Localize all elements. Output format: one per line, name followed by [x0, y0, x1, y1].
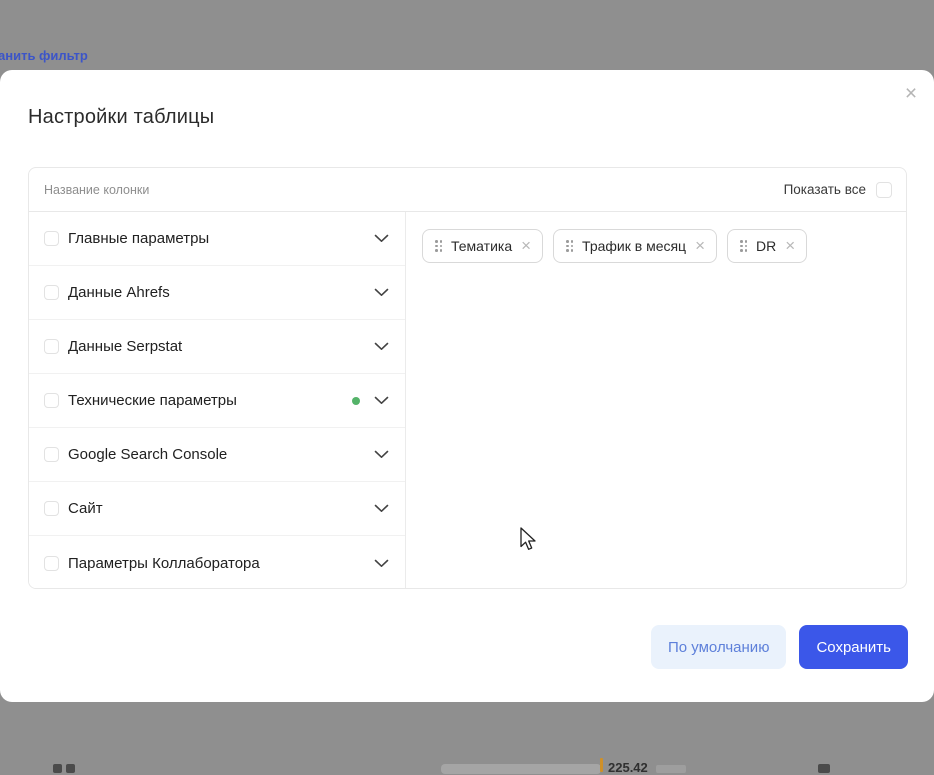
group-label: Данные Serpstat: [68, 338, 182, 355]
chip-remove-icon[interactable]: ×: [695, 237, 705, 254]
background-price-value: 225.42: [608, 760, 648, 775]
group-label: Технические параметры: [68, 392, 237, 409]
group-row-technical-parameters[interactable]: Технические параметры: [29, 374, 405, 428]
chip-label: Тематика: [451, 238, 512, 254]
show-all-label: Показать все: [784, 182, 866, 197]
background-price-bar: [600, 758, 603, 772]
chevron-down-icon[interactable]: [374, 342, 389, 351]
group-row-site[interactable]: Сайт: [29, 482, 405, 536]
group-row-main-parameters[interactable]: Главные параметры: [29, 212, 405, 266]
group-checkbox[interactable]: [44, 556, 59, 571]
modal-title: Настройки таблицы: [28, 106, 214, 129]
group-label: Google Search Console: [68, 446, 227, 463]
group-checkbox[interactable]: [44, 501, 59, 516]
close-icon[interactable]: ×: [898, 80, 924, 106]
panel-header: Название колонки Показать все: [29, 168, 906, 212]
group-checkbox[interactable]: [44, 339, 59, 354]
chip-label: DR: [756, 238, 776, 254]
chip-remove-icon[interactable]: ×: [521, 237, 531, 254]
drag-handle-icon[interactable]: [740, 240, 747, 252]
save-button[interactable]: Сохранить: [799, 625, 908, 669]
group-label: Данные Ahrefs: [68, 284, 170, 301]
chip-remove-icon[interactable]: ×: [785, 237, 795, 254]
group-checkbox[interactable]: [44, 447, 59, 462]
group-checkbox[interactable]: [44, 285, 59, 300]
drag-handle-icon[interactable]: [566, 240, 573, 252]
chevron-down-icon[interactable]: [374, 288, 389, 297]
save-filter-link[interactable]: анить фильтр: [0, 48, 88, 63]
table-settings-modal: Настройки таблицы × Название колонки Пок…: [0, 70, 934, 702]
group-label: Сайт: [68, 500, 103, 517]
group-row-collaborator-parameters[interactable]: Параметры Коллаборатора: [29, 536, 405, 589]
chip-dr[interactable]: DR ×: [727, 229, 807, 263]
chip-tematika[interactable]: Тематика ×: [422, 229, 543, 263]
selected-columns-area: Тематика × Трафик в месяц × DR ×: [406, 212, 906, 588]
chevron-down-icon[interactable]: [374, 450, 389, 459]
group-row-google-search-console[interactable]: Google Search Console: [29, 428, 405, 482]
modal-footer: По умолчанию Сохранить: [651, 625, 908, 669]
group-row-serpstat[interactable]: Данные Serpstat: [29, 320, 405, 374]
group-row-ahrefs[interactable]: Данные Ahrefs: [29, 266, 405, 320]
chevron-down-icon[interactable]: [374, 504, 389, 513]
group-label: Главные параметры: [68, 230, 209, 247]
green-indicator-dot: [352, 397, 360, 405]
chevron-down-icon[interactable]: [374, 559, 389, 568]
chip-label: Трафик в месяц: [582, 238, 686, 254]
column-name-header: Название колонки: [44, 183, 149, 197]
panel-body: Главные параметры Данные Ahrefs: [29, 212, 906, 588]
chip-traffic-per-month[interactable]: Трафик в месяц ×: [553, 229, 717, 263]
show-all-checkbox[interactable]: [876, 182, 892, 198]
default-button[interactable]: По умолчанию: [651, 625, 786, 669]
drag-handle-icon[interactable]: [435, 240, 442, 252]
background-fragment-pill: [441, 764, 601, 774]
column-group-list: Главные параметры Данные Ahrefs: [29, 212, 406, 588]
group-checkbox[interactable]: [44, 393, 59, 408]
columns-panel: Название колонки Показать все Главные па…: [28, 167, 907, 589]
chevron-down-icon[interactable]: [374, 396, 389, 405]
group-checkbox[interactable]: [44, 231, 59, 246]
chevron-down-icon[interactable]: [374, 234, 389, 243]
group-label: Параметры Коллаборатора: [68, 555, 260, 572]
